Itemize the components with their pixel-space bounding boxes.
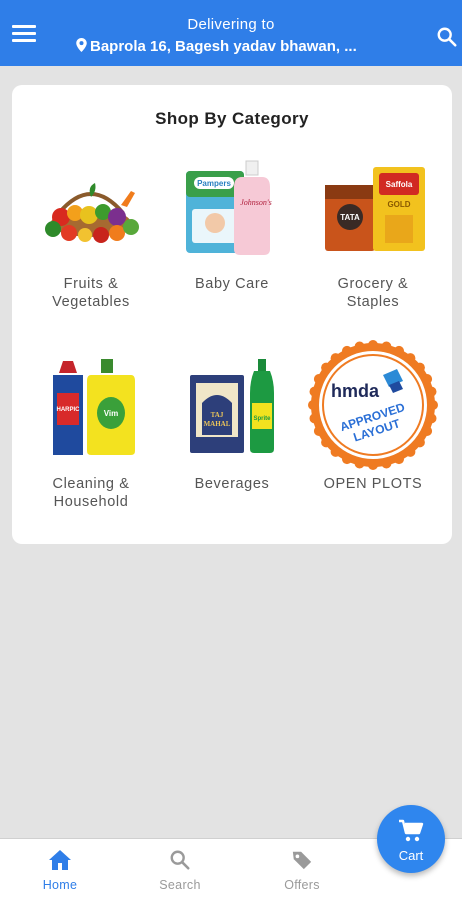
baby-care-products-icon: Pampers Johnson's bbox=[172, 155, 292, 265]
cart-button[interactable]: Cart bbox=[377, 805, 445, 873]
beverages-icon: TAJ MAHAL Sprite bbox=[172, 353, 292, 463]
nav-offers[interactable]: Offers bbox=[262, 849, 342, 892]
cart-label: Cart bbox=[398, 848, 424, 863]
svg-text:TAJ: TAJ bbox=[211, 411, 224, 419]
tag-icon bbox=[292, 851, 312, 870]
nav-home[interactable]: Home bbox=[20, 849, 100, 892]
category-label: Baby Care bbox=[195, 276, 269, 292]
category-label: Beverages bbox=[194, 476, 270, 492]
approved-layout-seal-icon: hmda APPROVED LAYOUT bbox=[308, 339, 438, 479]
cleaning-bottles-icon: HARPIC Vim bbox=[31, 353, 151, 463]
svg-text:TATA: TATA bbox=[340, 213, 360, 222]
category-grocery-staples[interactable]: TATA Saffola GOLD Grocery & Staples bbox=[303, 155, 443, 311]
svg-text:HARPIC: HARPIC bbox=[56, 407, 80, 413]
category-label: Fruits & Vegetables bbox=[52, 276, 130, 310]
location-pin-icon bbox=[76, 38, 87, 52]
delivery-address[interactable]: Baprola 16, Bagesh yadav bhawan, ... bbox=[76, 38, 396, 55]
fruits-vegetables-basket-icon bbox=[31, 155, 151, 265]
svg-text:Johnson's: Johnson's bbox=[240, 198, 272, 207]
delivering-to-label: Delivering to bbox=[187, 16, 275, 33]
category-open-plots[interactable]: hmda APPROVED LAYOUT OPEN PLOTS bbox=[303, 340, 443, 493]
svg-text:MAHAL: MAHAL bbox=[204, 420, 231, 428]
nav-search-label: Search bbox=[159, 878, 201, 892]
svg-text:Vim: Vim bbox=[104, 409, 119, 418]
grocery-staples-icon: TATA Saffola GOLD bbox=[313, 155, 433, 265]
svg-text:GOLD: GOLD bbox=[387, 200, 410, 209]
category-fruits-vegetables[interactable]: Fruits & Vegetables bbox=[21, 155, 161, 311]
app-header: Delivering to Baprola 16, Bagesh yadav b… bbox=[0, 0, 462, 66]
section-title: Shop By Category bbox=[155, 109, 309, 128]
nav-home-label: Home bbox=[42, 878, 78, 892]
svg-text:Saffola: Saffola bbox=[386, 180, 413, 189]
category-baby-care[interactable]: Pampers Johnson's Baby Care bbox=[162, 155, 302, 293]
nav-search[interactable]: Search bbox=[140, 849, 220, 892]
category-beverages[interactable]: TAJ MAHAL Sprite Beverages bbox=[162, 353, 302, 493]
header-search-icon[interactable] bbox=[436, 26, 458, 48]
category-cleaning-household[interactable]: HARPIC Vim Cleaning & Household bbox=[21, 353, 161, 511]
svg-text:Pampers: Pampers bbox=[197, 179, 231, 188]
category-label: Cleaning & Household bbox=[52, 476, 130, 510]
cart-icon bbox=[399, 819, 424, 842]
home-icon bbox=[49, 850, 71, 870]
svg-text:Sprite: Sprite bbox=[253, 416, 271, 422]
category-label: Grocery & Staples bbox=[337, 276, 409, 310]
delivery-address-text: Baprola 16, Bagesh yadav bhawan, ... bbox=[90, 38, 357, 55]
badge-brand-text: hmda bbox=[331, 381, 380, 401]
nav-offers-label: Offers bbox=[284, 878, 320, 892]
search-icon bbox=[170, 850, 190, 870]
shop-by-category-card: Shop By Category Fruits & Vegetables Pam… bbox=[12, 85, 452, 544]
